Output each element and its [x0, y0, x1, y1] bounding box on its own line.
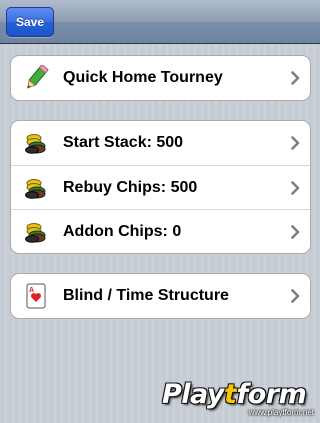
chevron-right-icon — [291, 136, 300, 150]
chevron-right-icon — [291, 225, 300, 239]
blind-structure-group: A Blind / Time Structure — [10, 273, 311, 319]
chips-icon — [25, 179, 46, 199]
addon-chips-row[interactable]: Addon Chips: 0 — [11, 209, 310, 253]
quick-home-tourney-row[interactable]: Quick Home Tourney — [11, 56, 310, 100]
blind-time-structure-row[interactable]: A Blind / Time Structure — [11, 274, 310, 318]
chips-icon — [25, 134, 46, 154]
save-button[interactable]: Save — [6, 7, 54, 37]
pencil-icon — [27, 65, 49, 89]
chevron-right-icon — [291, 71, 300, 85]
chips-icon — [25, 223, 46, 243]
watermark-logo: Playtform — [162, 379, 307, 410]
navigation-bar: Save — [0, 0, 320, 44]
playtform-watermark: Playtform www.playtform.net — [158, 379, 316, 419]
svg-text:A: A — [29, 287, 34, 294]
row-label: Blind / Time Structure — [63, 287, 229, 304]
row-label: Addon Chips: 0 — [63, 223, 182, 240]
chevron-right-icon — [291, 289, 300, 303]
row-label: Rebuy Chips: 500 — [63, 179, 198, 196]
playing-card-icon: A — [26, 283, 46, 309]
row-label: Start Stack: 500 — [63, 134, 184, 151]
watermark-url: www.playtform.net — [248, 408, 314, 417]
rebuy-chips-row[interactable]: Rebuy Chips: 500 — [11, 165, 310, 209]
chip-settings-group: Start Stack: 500 Rebuy Chips: 500 Addon … — [10, 120, 311, 254]
chevron-right-icon — [291, 181, 300, 195]
tourney-name-group: Quick Home Tourney — [10, 55, 311, 101]
start-stack-row[interactable]: Start Stack: 500 — [11, 121, 310, 165]
row-label: Quick Home Tourney — [63, 69, 223, 86]
